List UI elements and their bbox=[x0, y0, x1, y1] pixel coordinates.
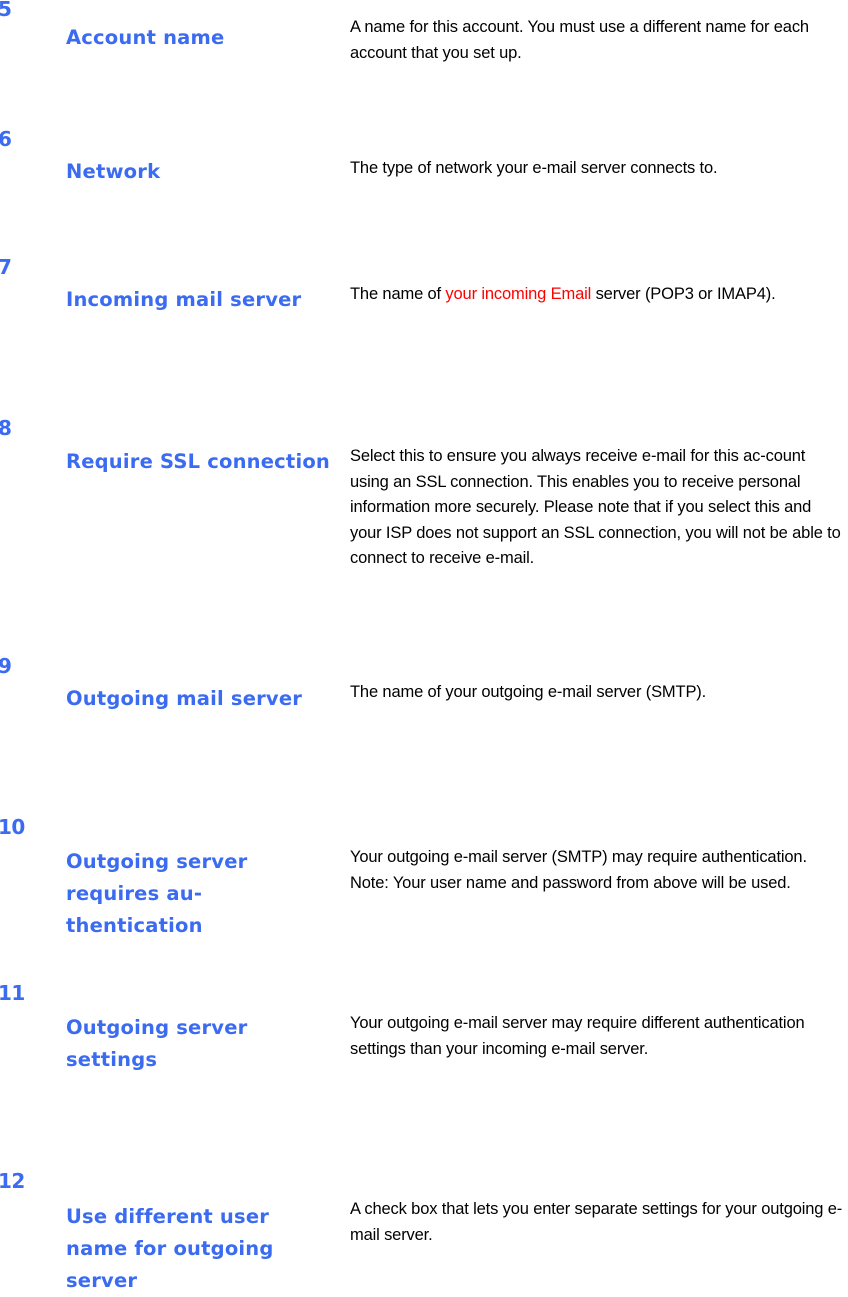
row-description: A check box that lets you enter separate… bbox=[350, 1200, 843, 1244]
row-term-label: Incoming mail server bbox=[66, 288, 302, 311]
row-number-marker: 8 bbox=[0, 416, 12, 440]
row-description: Your outgoing e-mail server may require … bbox=[350, 1014, 805, 1058]
row-term-label: Require SSL connection bbox=[66, 450, 331, 473]
row-term-label: Use different user name for outgoing ser… bbox=[66, 1205, 274, 1292]
row-number-marker: 10 bbox=[0, 815, 25, 839]
row-term-label: Network bbox=[66, 160, 161, 183]
row-description: The type of network your e-mail server c… bbox=[350, 159, 718, 177]
row-number-marker: 9 bbox=[0, 654, 12, 678]
row-term-label: Account name bbox=[66, 26, 225, 49]
row-term-label: Outgoing server settings bbox=[66, 1016, 248, 1071]
row-number-marker: 11 bbox=[0, 981, 25, 1005]
row-number-marker: 12 bbox=[0, 1169, 25, 1193]
row-description: Your outgoing e-mail server (SMTP) may r… bbox=[350, 848, 807, 892]
row-number-marker: 7 bbox=[0, 255, 12, 279]
row-term-label: Outgoing mail server bbox=[66, 687, 303, 710]
row-term-label: Outgoing server requires au-thentication bbox=[66, 850, 248, 937]
row-description: Select this to ensure you always receive… bbox=[350, 447, 841, 567]
row-number-marker: 6 bbox=[0, 127, 12, 151]
row-number-marker: 5 bbox=[0, 0, 12, 21]
row-description: The name of your incoming Email server (… bbox=[350, 285, 776, 303]
reference-table-page: 5 Account name A name for this account. … bbox=[0, 0, 848, 1292]
row-description: A name for this account. You must use a … bbox=[350, 18, 809, 62]
row-description: The name of your outgoing e-mail server … bbox=[350, 683, 707, 701]
